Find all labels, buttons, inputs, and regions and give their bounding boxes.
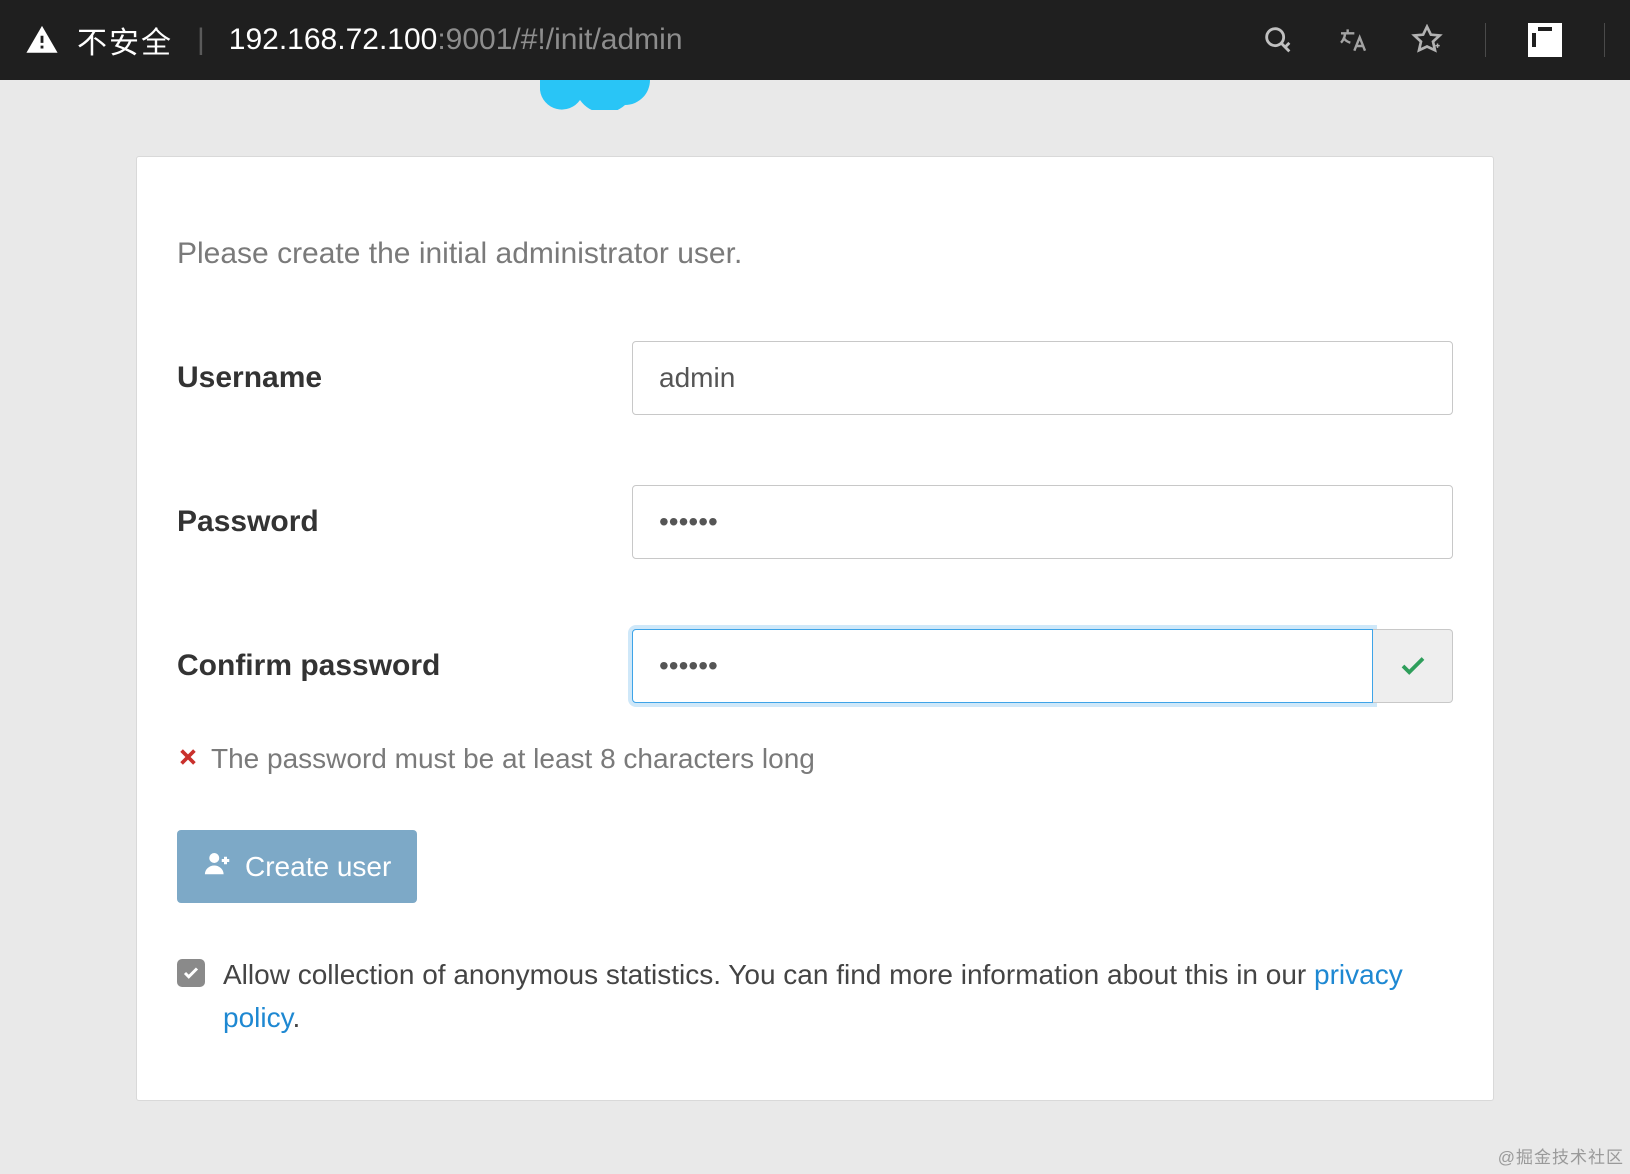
- watermark-text: @掘金技术社区: [1498, 1143, 1624, 1168]
- confirm-password-input[interactable]: [632, 629, 1373, 703]
- create-user-label: Create user: [245, 851, 391, 883]
- confirm-password-row: Confirm password: [177, 629, 1453, 703]
- stats-checkbox[interactable]: [177, 959, 205, 987]
- username-row: Username: [177, 341, 1453, 415]
- url-path: :9001/#!/init/admin: [437, 23, 682, 56]
- error-x-icon: [177, 743, 199, 775]
- create-user-button[interactable]: Create user: [177, 830, 417, 903]
- url-host: 192.168.72.100: [229, 23, 438, 56]
- toolbar-separator: [1604, 23, 1605, 57]
- stats-consent-row: Allow collection of anonymous statistics…: [177, 953, 1453, 1040]
- logo-cloud-fragment: [540, 80, 670, 110]
- password-error: The password must be at least 8 characte…: [177, 743, 1453, 775]
- confirm-valid-indicator: [1373, 629, 1453, 703]
- username-label: Username: [177, 361, 632, 395]
- not-secure-warning-icon: [25, 23, 59, 57]
- password-input[interactable]: [632, 485, 1453, 559]
- error-text: The password must be at least 8 characte…: [211, 743, 815, 775]
- extension-icon[interactable]: [1528, 23, 1562, 57]
- url-display[interactable]: 192.168.72.100:9001/#!/init/admin: [229, 23, 683, 57]
- browser-address-bar: 不安全 | 192.168.72.100:9001/#!/init/admin: [0, 0, 1630, 80]
- intro-text: Please create the initial administrator …: [177, 237, 1453, 271]
- password-label: Password: [177, 505, 632, 539]
- user-plus-icon: [203, 848, 233, 885]
- username-input[interactable]: [632, 341, 1453, 415]
- confirm-password-label: Confirm password: [177, 649, 632, 683]
- check-icon: [1398, 651, 1428, 681]
- search-key-icon[interactable]: [1261, 23, 1295, 57]
- checkmark-icon: [182, 964, 200, 982]
- password-row: Password: [177, 485, 1453, 559]
- init-admin-panel: Please create the initial administrator …: [136, 156, 1494, 1101]
- translate-icon[interactable]: [1337, 24, 1369, 56]
- browser-actions: [1261, 23, 1605, 57]
- stats-text: Allow collection of anonymous statistics…: [223, 953, 1453, 1040]
- security-label: 不安全: [77, 18, 173, 62]
- bookmark-star-icon[interactable]: [1411, 24, 1443, 56]
- address-separator: |: [197, 23, 205, 57]
- toolbar-separator: [1485, 23, 1486, 57]
